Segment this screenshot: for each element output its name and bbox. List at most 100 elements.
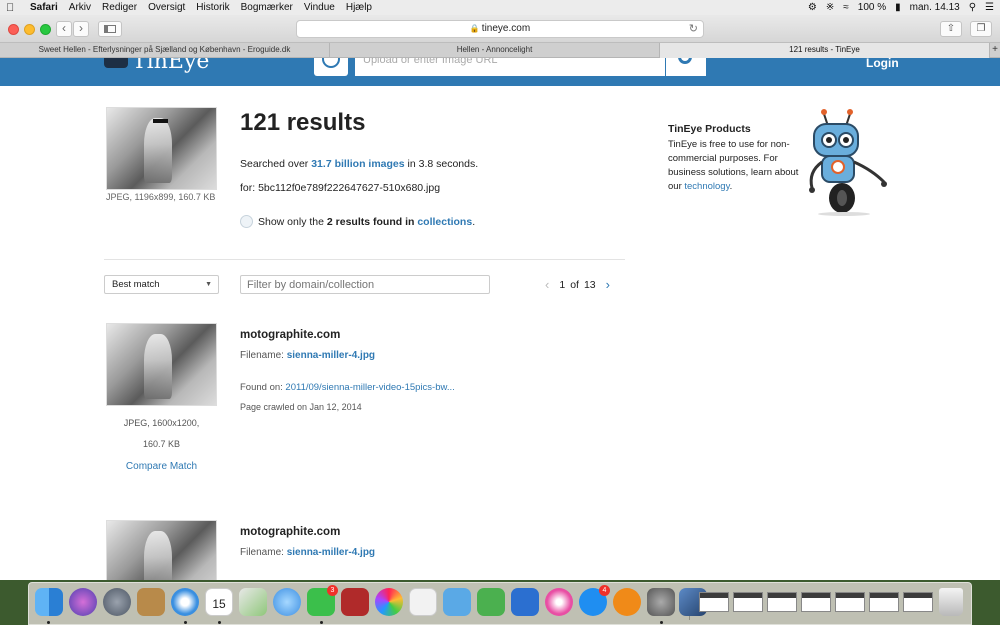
next-page-icon[interactable]: › (606, 277, 610, 292)
photos-icon[interactable] (375, 588, 403, 616)
window-titlebar (734, 593, 762, 598)
safari-icon[interactable] (171, 588, 199, 616)
prev-page-icon[interactable]: ‹ (545, 277, 549, 292)
window-titlebar (904, 593, 932, 598)
notification-center-icon[interactable]: ☰ (985, 2, 994, 13)
sort-select[interactable]: Best match ▼ (104, 275, 219, 294)
clock[interactable]: man. 14.13 (910, 2, 960, 13)
collections-link[interactable]: collections (417, 216, 472, 228)
apple-menu-icon[interactable]:  (6, 2, 20, 14)
products-title: TinEye Products (668, 123, 751, 135)
minimized-window-4[interactable] (801, 592, 831, 612)
photo-booth-icon[interactable] (341, 588, 369, 616)
sidebar-toggle-button[interactable] (98, 21, 122, 37)
forward-button[interactable]: › (73, 21, 89, 37)
address-bar[interactable]: 🔒 tineye.com ↻ (296, 20, 704, 38)
result-image-figure (144, 530, 173, 580)
minimized-window-1[interactable] (699, 592, 729, 612)
tab-overview-button[interactable]: ❐ (970, 21, 992, 37)
menu-vindue[interactable]: Vindue (304, 2, 335, 13)
upload-icon (322, 58, 340, 68)
close-window-button[interactable] (8, 24, 19, 35)
query-image-figure (144, 117, 173, 183)
tab-eroguide[interactable]: Sweet Hellen - Efterlysninger på Sjællan… (0, 43, 330, 58)
menu-bogmaerker[interactable]: Bogmærker (241, 2, 293, 13)
facetime-badge: 3 (327, 585, 338, 596)
minimize-window-button[interactable] (24, 24, 35, 35)
menu-historik[interactable]: Historik (196, 2, 229, 13)
result-domain[interactable]: motographite.com (240, 526, 340, 538)
minimized-window-2[interactable] (733, 592, 763, 612)
result-crawled-date: Page crawled on Jan 12, 2014 (240, 402, 362, 412)
collections-radio[interactable] (240, 215, 253, 228)
new-tab-button[interactable]: + (990, 43, 1000, 58)
page-current: 1 (559, 278, 566, 291)
found-on-label: Found on: (240, 382, 286, 393)
contacts-icon[interactable] (137, 588, 165, 616)
menu-safari[interactable]: Safari (30, 2, 58, 13)
numbers-icon[interactable] (477, 588, 505, 616)
web-page: TinEye Upload or enter Image URL Login J… (0, 58, 1000, 580)
tab-annoncelight[interactable]: Hellen - Annoncelight (330, 43, 660, 58)
calendar-icon[interactable]: 15 (205, 588, 233, 616)
query-image-meta: JPEG, 1196x899, 160.7 KB (106, 192, 216, 202)
filename-label: Filename: (240, 547, 287, 558)
menu-arkiv[interactable]: Arkiv (69, 2, 91, 13)
launchpad-icon[interactable] (103, 588, 131, 616)
minimized-window-3[interactable] (767, 592, 797, 612)
domain-filter-input[interactable] (240, 275, 490, 294)
menu-bar:  Safari Arkiv Rediger Oversigt Historik… (0, 0, 1000, 15)
technology-link[interactable]: technology (684, 181, 729, 192)
share-button[interactable]: ⇧ (940, 21, 962, 37)
trash-icon[interactable] (939, 588, 963, 616)
finder-icon[interactable] (35, 588, 63, 616)
window-titlebar (700, 593, 728, 598)
tineye-logo-icon[interactable] (104, 58, 128, 68)
preview-icon[interactable] (239, 588, 267, 616)
fullscreen-window-button[interactable] (40, 24, 51, 35)
reload-icon[interactable]: ↻ (689, 21, 698, 37)
filename-link[interactable]: sienna-miller-4.jpg (287, 350, 375, 361)
spotlight-icon[interactable]: ⚲ (969, 2, 976, 13)
tab-bar: Sweet Hellen - Efterlysninger på Sjællan… (0, 43, 1000, 58)
system-preferences-icon[interactable] (647, 588, 675, 616)
result-image[interactable] (106, 323, 217, 406)
minimized-window-5[interactable] (835, 592, 865, 612)
billion-images-link[interactable]: 31.7 billion images (311, 158, 404, 170)
keynote-icon[interactable] (443, 588, 471, 616)
keynote-presenter-icon[interactable] (511, 588, 539, 616)
result-filename: Filename: sienna-miller-4.jpg (240, 547, 375, 558)
menu-oversigt[interactable]: Oversigt (148, 2, 185, 13)
siri-icon[interactable] (69, 588, 97, 616)
compare-match-link[interactable]: Compare Match (106, 461, 217, 472)
battery-percent[interactable]: 100 % (858, 2, 886, 13)
menu-hjaelp[interactable]: Hjælp (346, 2, 372, 13)
upload-button[interactable] (314, 58, 348, 76)
minimized-window-6[interactable] (869, 592, 899, 612)
search-button[interactable] (666, 58, 706, 76)
status-icon[interactable]: ⚙ (808, 2, 817, 13)
ibooks-icon[interactable] (613, 588, 641, 616)
tab-tineye[interactable]: 121 results - TinEye (660, 43, 990, 58)
itunes-icon[interactable] (545, 588, 573, 616)
result-meta-line-1: JPEG, 1600x1200, (123, 418, 200, 428)
image-url-input[interactable]: Upload or enter Image URL (355, 58, 665, 76)
search-stats: Searched over 31.7 billion images in 3.8… (240, 158, 478, 170)
messages-icon[interactable] (273, 588, 301, 616)
running-indicator (184, 621, 187, 624)
bluetooth-icon[interactable]: ※ (826, 2, 834, 13)
wifi-icon[interactable]: ≈ (843, 2, 849, 13)
found-on-link[interactable]: 2011/09/sienna-miller-video-15pics-bw... (285, 382, 454, 393)
login-link[interactable]: Login (866, 58, 899, 70)
pages-icon[interactable] (409, 588, 437, 616)
filename-link[interactable]: sienna-miller-4.jpg (287, 547, 375, 558)
page-total: 13 (583, 278, 596, 291)
minimized-window-7[interactable] (903, 592, 933, 612)
products-text: TinEye is free to use for non-commercial… (668, 138, 803, 194)
result-image[interactable] (106, 520, 217, 580)
battery-icon[interactable]: ▮ (895, 2, 901, 13)
menu-rediger[interactable]: Rediger (102, 2, 137, 13)
back-button[interactable]: ‹ (56, 21, 72, 37)
tineye-logo[interactable]: TinEye (132, 58, 209, 74)
result-domain[interactable]: motographite.com (240, 329, 340, 341)
